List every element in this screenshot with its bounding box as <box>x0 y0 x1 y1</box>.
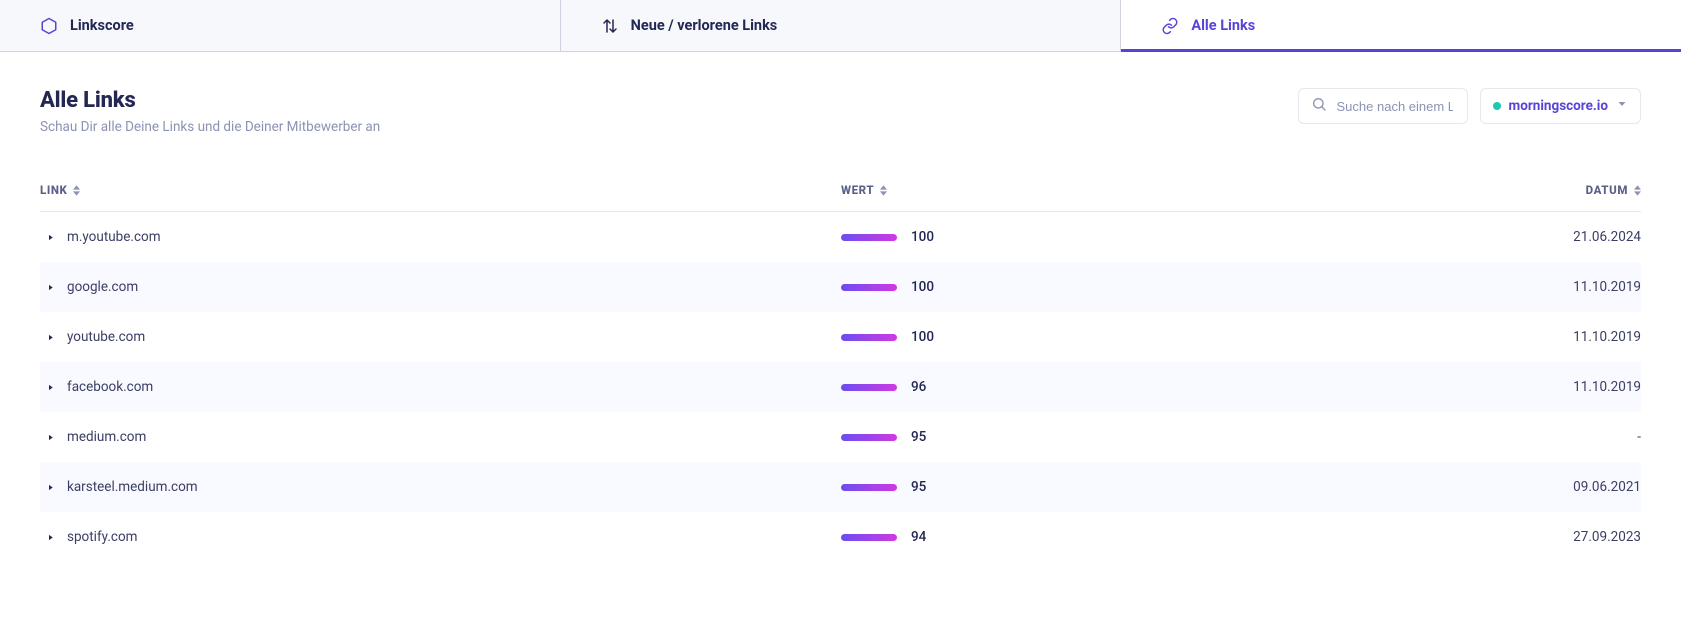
column-label: WERT <box>841 183 874 197</box>
value-number: 100 <box>911 329 934 345</box>
caret-right-icon[interactable] <box>46 383 55 392</box>
caret-right-icon[interactable] <box>46 333 55 342</box>
link-domain: medium.com <box>67 429 146 445</box>
column-label: LINK <box>40 183 67 197</box>
caret-right-icon[interactable] <box>46 433 55 442</box>
value-number: 96 <box>911 379 926 395</box>
tab-linkscore[interactable]: Linkscore <box>0 0 561 51</box>
chevron-down-icon <box>1616 98 1628 114</box>
tab-label: Alle Links <box>1191 17 1255 34</box>
link-domain: youtube.com <box>67 329 145 345</box>
cell-date: 11.10.2019 <box>1341 379 1641 395</box>
search-icon <box>1311 96 1327 116</box>
column-label: DATUM <box>1586 183 1628 197</box>
search-input[interactable] <box>1335 98 1455 115</box>
cell-date: - <box>1341 429 1641 445</box>
cell-value: 100 <box>841 279 1341 295</box>
table-header: LINK WERT DATUM <box>40 183 1641 212</box>
value-bar <box>841 534 897 541</box>
column-header-date[interactable]: DATUM <box>1341 183 1641 197</box>
table-row[interactable]: facebook.com 96 11.10.2019 <box>40 362 1641 412</box>
caret-right-icon[interactable] <box>46 483 55 492</box>
arrows-up-down-icon <box>601 17 619 35</box>
cell-date: 21.06.2024 <box>1341 229 1641 245</box>
link-icon <box>1161 17 1179 35</box>
value-bar <box>841 484 897 491</box>
cell-value: 94 <box>841 529 1341 545</box>
page-subtitle: Schau Dir alle Deine Links und die Deine… <box>40 119 380 135</box>
cell-link: medium.com <box>40 429 841 445</box>
column-header-link[interactable]: LINK <box>40 183 841 197</box>
links-table: LINK WERT DATUM m.youtube.com 100 21.06.20… <box>0 183 1681 592</box>
link-domain: facebook.com <box>67 379 153 395</box>
search-box[interactable] <box>1298 88 1468 124</box>
tab-all-links[interactable]: Alle Links <box>1121 0 1681 51</box>
sort-icon <box>1634 185 1641 196</box>
page-title: Alle Links <box>40 88 380 113</box>
cell-date: 27.09.2023 <box>1341 529 1641 545</box>
value-bar <box>841 234 897 241</box>
value-number: 100 <box>911 279 934 295</box>
cell-value: 96 <box>841 379 1341 395</box>
value-bar <box>841 384 897 391</box>
hexagon-icon <box>40 17 58 35</box>
status-dot-icon <box>1493 102 1501 110</box>
caret-right-icon[interactable] <box>46 233 55 242</box>
tab-new-lost-links[interactable]: Neue / verlorene Links <box>561 0 1122 51</box>
value-number: 95 <box>911 429 926 445</box>
cell-link: karsteel.medium.com <box>40 479 841 495</box>
table-row[interactable]: medium.com 95 - <box>40 412 1641 462</box>
link-domain: m.youtube.com <box>67 229 161 245</box>
table-row[interactable]: m.youtube.com 100 21.06.2024 <box>40 212 1641 262</box>
cell-link: spotify.com <box>40 529 841 545</box>
cell-value: 95 <box>841 429 1341 445</box>
tab-label: Neue / verlorene Links <box>631 17 778 34</box>
site-select[interactable]: morningscore.io <box>1480 88 1641 124</box>
value-bar <box>841 284 897 291</box>
table-body: m.youtube.com 100 21.06.2024 google.com 100 1… <box>40 212 1641 562</box>
link-domain: google.com <box>67 279 138 295</box>
tabs-bar: Linkscore Neue / verlorene Links Alle Li… <box>0 0 1681 52</box>
cell-link: youtube.com <box>40 329 841 345</box>
link-domain: spotify.com <box>67 529 138 545</box>
header-controls: morningscore.io <box>1298 88 1641 124</box>
table-row[interactable]: youtube.com 100 11.10.2019 <box>40 312 1641 362</box>
cell-link: m.youtube.com <box>40 229 841 245</box>
cell-value: 100 <box>841 329 1341 345</box>
value-bar <box>841 334 897 341</box>
cell-link: facebook.com <box>40 379 841 395</box>
cell-date: 11.10.2019 <box>1341 329 1641 345</box>
column-header-value[interactable]: WERT <box>841 183 1341 197</box>
cell-value: 100 <box>841 229 1341 245</box>
header-text: Alle Links Schau Dir alle Deine Links un… <box>40 88 380 135</box>
caret-right-icon[interactable] <box>46 533 55 542</box>
table-row[interactable]: karsteel.medium.com 95 09.06.2021 <box>40 462 1641 512</box>
page-header: Alle Links Schau Dir alle Deine Links un… <box>0 52 1681 135</box>
sort-icon <box>73 185 80 196</box>
cell-date: 09.06.2021 <box>1341 479 1641 495</box>
value-bar <box>841 434 897 441</box>
table-row[interactable]: google.com 100 11.10.2019 <box>40 262 1641 312</box>
table-row[interactable]: spotify.com 94 27.09.2023 <box>40 512 1641 562</box>
site-select-value: morningscore.io <box>1509 98 1608 114</box>
value-number: 100 <box>911 229 934 245</box>
tab-label: Linkscore <box>70 17 134 34</box>
cell-link: google.com <box>40 279 841 295</box>
value-number: 95 <box>911 479 926 495</box>
value-number: 94 <box>911 529 926 545</box>
link-domain: karsteel.medium.com <box>67 479 198 495</box>
cell-value: 95 <box>841 479 1341 495</box>
sort-icon <box>880 185 887 196</box>
cell-date: 11.10.2019 <box>1341 279 1641 295</box>
caret-right-icon[interactable] <box>46 283 55 292</box>
